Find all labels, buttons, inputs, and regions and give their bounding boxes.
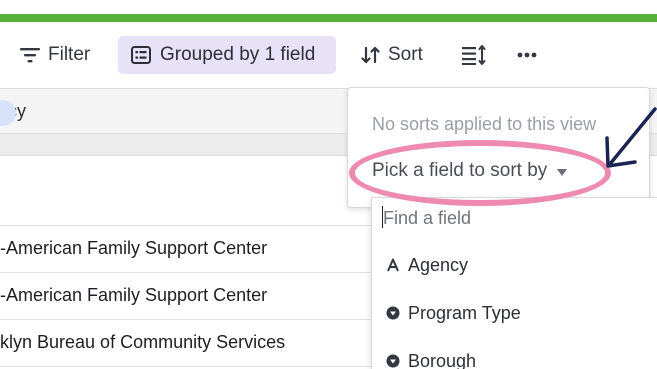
group-button[interactable]: Grouped by 1 field [118, 36, 336, 74]
agency-cell[interactable]: -American Family Support Center [0, 238, 267, 259]
group-icon [131, 46, 151, 64]
find-field-input[interactable] [383, 207, 643, 229]
single-select-icon [386, 354, 400, 368]
sort-button[interactable]: Sort [361, 36, 423, 74]
filter-icon [20, 47, 40, 63]
field-option-label: Agency [408, 254, 469, 275]
field-option-agency[interactable]: Agency [386, 253, 468, 277]
top-color-bar [0, 14, 657, 22]
filter-button[interactable]: Filter [20, 36, 90, 74]
agency-cell[interactable]: -American Family Support Center [0, 285, 267, 306]
more-icon [517, 52, 537, 58]
text-type-icon [386, 258, 400, 272]
field-picker-dropdown: Agency Program Type Borough [371, 197, 657, 369]
row-height-button[interactable] [462, 36, 486, 74]
no-sorts-message: No sorts applied to this view [372, 114, 597, 134]
pick-sort-field-dropdown[interactable]: Pick a field to sort by [372, 158, 568, 184]
caret-down-icon [557, 160, 568, 182]
top-bar [0, 0, 657, 22]
field-option-label: Borough [408, 350, 477, 369]
sort-label: Sort [388, 44, 423, 65]
more-options-button[interactable] [517, 36, 537, 74]
field-option-label: Program Type [408, 302, 521, 323]
row-height-icon [462, 45, 486, 65]
field-option-borough[interactable]: Borough [386, 349, 476, 369]
filter-label: Filter [48, 44, 91, 65]
sort-icon [361, 46, 381, 64]
group-label: Grouped by 1 field [160, 44, 316, 65]
pick-field-label: Pick a field to sort by [372, 160, 548, 181]
view-toolbar: Filter Grouped by 1 field Sort [0, 22, 657, 88]
single-select-icon [386, 306, 400, 320]
sort-popover: No sorts applied to this view Pick a fie… [347, 87, 650, 208]
agency-cell[interactable]: klyn Bureau of Community Services [0, 332, 285, 353]
field-option-program-type[interactable]: Program Type [386, 301, 521, 325]
